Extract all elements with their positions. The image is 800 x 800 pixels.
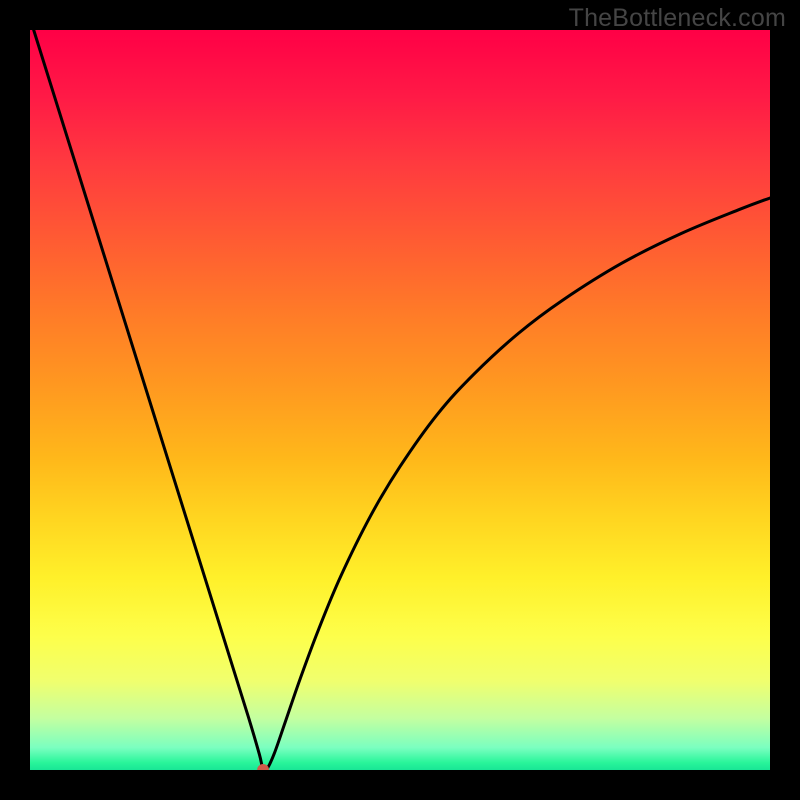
chart-frame: TheBottleneck.com — [0, 0, 800, 800]
curve-layer — [30, 30, 770, 770]
watermark-text: TheBottleneck.com — [569, 4, 786, 33]
plot-area — [30, 30, 770, 770]
bottleneck-curve — [34, 30, 770, 770]
minimum-marker — [257, 764, 269, 770]
